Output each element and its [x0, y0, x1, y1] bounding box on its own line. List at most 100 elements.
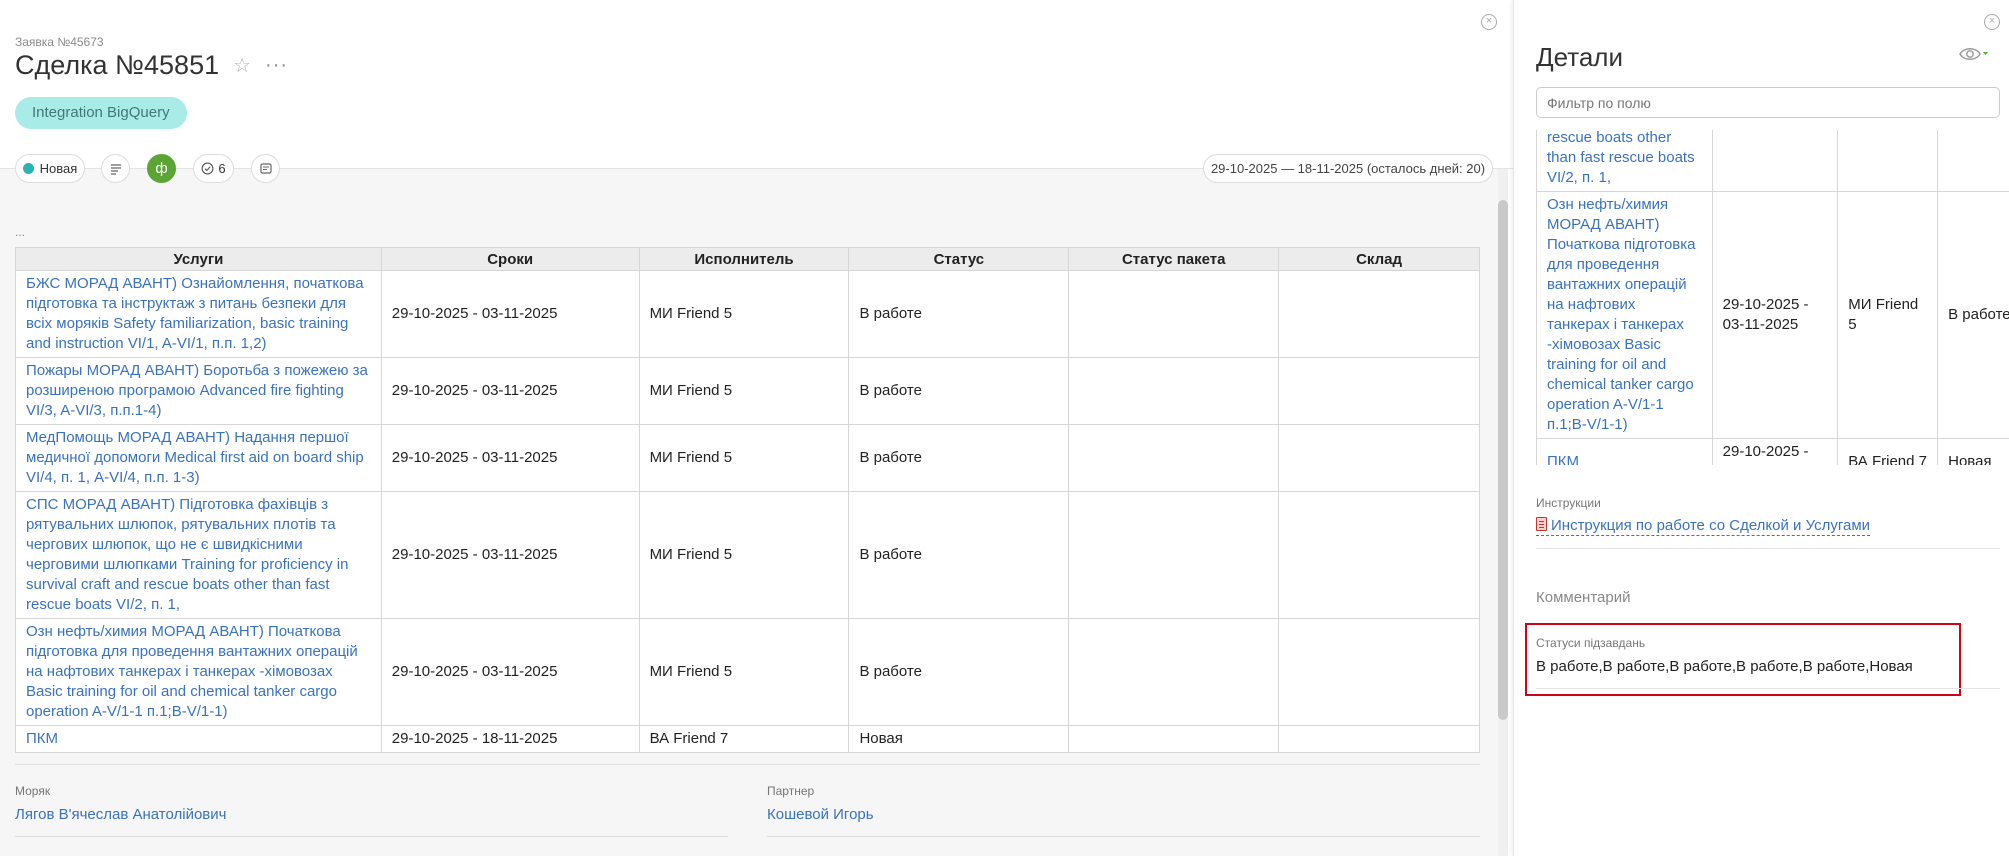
sailor-link[interactable]: Лягов В'ячеслав Анатолійович [15, 806, 226, 823]
service-package-status [1068, 725, 1280, 753]
details-title: Детали [1536, 42, 1623, 72]
date-range-pill[interactable]: 29-10-2025 — 18-11-2025 (осталось дней: … [1203, 154, 1493, 183]
service-dates: 29-10-2025 - 03-11-2025 [380, 618, 640, 726]
comments-button[interactable] [251, 154, 280, 183]
service-status [1937, 130, 2009, 192]
title-row: Сделка №45851 ☆ ··· [15, 50, 288, 81]
service-executor: МИ Friend 5 [638, 491, 850, 619]
service-package-status [1068, 270, 1280, 358]
service-warehouse [1278, 270, 1480, 358]
service-executor: ВА Friend 7 [1837, 438, 1939, 465]
service-warehouse [1278, 424, 1480, 492]
service-link[interactable]: СПС МОРАД АВАНТ) Підготовка фахівців з р… [15, 491, 382, 619]
table-header-row: Услуги Сроки Исполнитель Статус Статус п… [15, 247, 1480, 271]
comment-label[interactable]: Комментарий [1536, 589, 1630, 606]
service-link[interactable]: МедПомощь МОРАД АВАНТ) Надання першої ме… [15, 424, 382, 492]
instructions-divider [1536, 548, 2000, 549]
table-row: Пожары МОРАД АВАНТ) Боротьба з пожежею з… [15, 357, 1480, 425]
table-row: МедПомощь МОРАД АВАНТ) Надання першої ме… [15, 424, 1480, 492]
service-link[interactable]: Озн нефть/химия МОРАД АВАНТ) Початкова п… [1536, 191, 1713, 439]
services-table: Услуги Сроки Исполнитель Статус Статус п… [15, 247, 1480, 753]
close-icon[interactable]: × [1481, 14, 1497, 30]
service-executor: МИ Friend 5 [638, 424, 850, 492]
partner-link[interactable]: Кошевой Игорь [767, 806, 874, 823]
service-dates: 29-10-2025 - 03-11-2025 [380, 357, 640, 425]
service-dates: 29-10-2025 - 03-11-2025 [380, 270, 640, 358]
service-warehouse [1278, 491, 1480, 619]
header-services: Услуги [15, 247, 382, 271]
details-table-viewport: rescue boats other than fast rescue boat… [1536, 130, 2009, 465]
service-package-status [1068, 424, 1280, 492]
service-link[interactable]: ПКМ [1536, 438, 1713, 465]
header-status: Статус [848, 247, 1070, 271]
table-row: БЖС МОРАД АВАНТ) Ознайомлення, початкова… [15, 270, 1480, 358]
service-status: В работе [848, 618, 1070, 726]
substatus-divider [1536, 688, 2000, 689]
service-executor: ВА Friend 7 [638, 725, 850, 753]
service-status: В работе [1937, 191, 2009, 439]
substatus-label: Статуси підзавдань [1536, 636, 1646, 650]
more-icon[interactable]: ··· [265, 54, 288, 77]
table-row: СПС МОРАД АВАНТ) Підготовка фахівців з р… [15, 491, 1480, 619]
sailor-label: Моряк [15, 784, 51, 798]
deal-panel: Заявка №45673 Сделка №45851 ☆ ··· × Inte… [0, 0, 1513, 856]
table-row: ПКМ 29-10-2025 - 18-11-2025 ВА Friend 7 … [1536, 438, 2009, 465]
table-row: ПКМ 29-10-2025 - 18-11-2025 ВА Friend 7 … [15, 725, 1480, 753]
page-title: Сделка №45851 [15, 50, 220, 80]
partner-divider [767, 836, 1480, 837]
service-link[interactable]: Озн нефть/химия МОРАД АВАНТ) Початкова п… [15, 618, 382, 726]
service-dates: 29-10-2025 - 18-11-2025 [380, 725, 640, 753]
list-icon [110, 163, 121, 175]
filter-input[interactable] [1536, 87, 2000, 118]
header-executor: Исполнитель [638, 247, 850, 271]
instructions-link[interactable]: Инструкция по работе со Сделкой и Услуга… [1536, 517, 1871, 536]
service-dates: 29-10-2025 - 03-11-2025 [1711, 191, 1839, 439]
eye-icon[interactable] [1958, 44, 1988, 64]
request-subtitle[interactable]: Заявка №45673 [15, 35, 104, 49]
service-status: В работе [848, 357, 1070, 425]
service-status: Новая [848, 725, 1070, 753]
description-button[interactable] [101, 154, 130, 183]
table-row: Озн нефть/химия МОРАД АВАНТ) Початкова п… [1536, 191, 2009, 439]
tasks-button[interactable]: 6 [193, 154, 234, 183]
service-package-status [1068, 357, 1280, 425]
sailor-divider [15, 836, 728, 837]
close-details-icon[interactable]: × [1984, 14, 2000, 30]
header-package-status: Статус пакета [1068, 247, 1280, 271]
service-status: В работе [848, 270, 1070, 358]
service-link[interactable]: ПКМ [15, 725, 382, 753]
details-table: rescue boats other than fast rescue boat… [1536, 130, 2009, 465]
finance-button[interactable]: ф [147, 154, 176, 183]
table-ellipsis: ... [15, 225, 26, 239]
instructions-link-label: Инструкция по работе со Сделкой и Услуга… [1551, 517, 1871, 534]
service-link[interactable]: rescue boats other than fast rescue boat… [1536, 130, 1713, 192]
service-package-status [1068, 491, 1280, 619]
header-dates: Сроки [380, 247, 640, 271]
status-pill-label: Новая [39, 161, 78, 176]
tasks-count: 6 [218, 161, 226, 176]
service-link[interactable]: Пожары МОРАД АВАНТ) Боротьба з пожежею з… [15, 357, 382, 425]
service-status: Новая [1937, 438, 2009, 465]
status-dot-icon [22, 163, 34, 174]
table-row: rescue boats other than fast rescue boat… [1536, 130, 2009, 192]
instructions-label: Инструкции [1536, 496, 1601, 510]
header-warehouse: Склад [1278, 247, 1480, 271]
service-executor: МИ Friend 5 [638, 618, 850, 726]
service-package-status [1068, 618, 1280, 726]
document-icon [1536, 517, 1547, 531]
service-warehouse [1278, 357, 1480, 425]
finance-icon: ф [155, 160, 168, 177]
service-link[interactable]: БЖС МОРАД АВАНТ) Ознайомлення, початкова… [15, 270, 382, 358]
service-dates: 29-10-2025 - 03-11-2025 [380, 491, 640, 619]
service-executor: МИ Friend 5 [1837, 191, 1939, 439]
service-executor: МИ Friend 5 [638, 357, 850, 425]
check-circle-icon [201, 162, 214, 175]
section-divider [15, 764, 1480, 765]
service-dates [1711, 130, 1839, 192]
partner-label: Партнер [767, 784, 815, 798]
integration-tag[interactable]: Integration BigQuery [15, 97, 187, 129]
service-warehouse [1278, 725, 1480, 753]
star-icon[interactable]: ☆ [233, 53, 251, 78]
scrollbar-thumb[interactable] [1498, 200, 1508, 720]
status-pill[interactable]: Новая [15, 154, 85, 183]
